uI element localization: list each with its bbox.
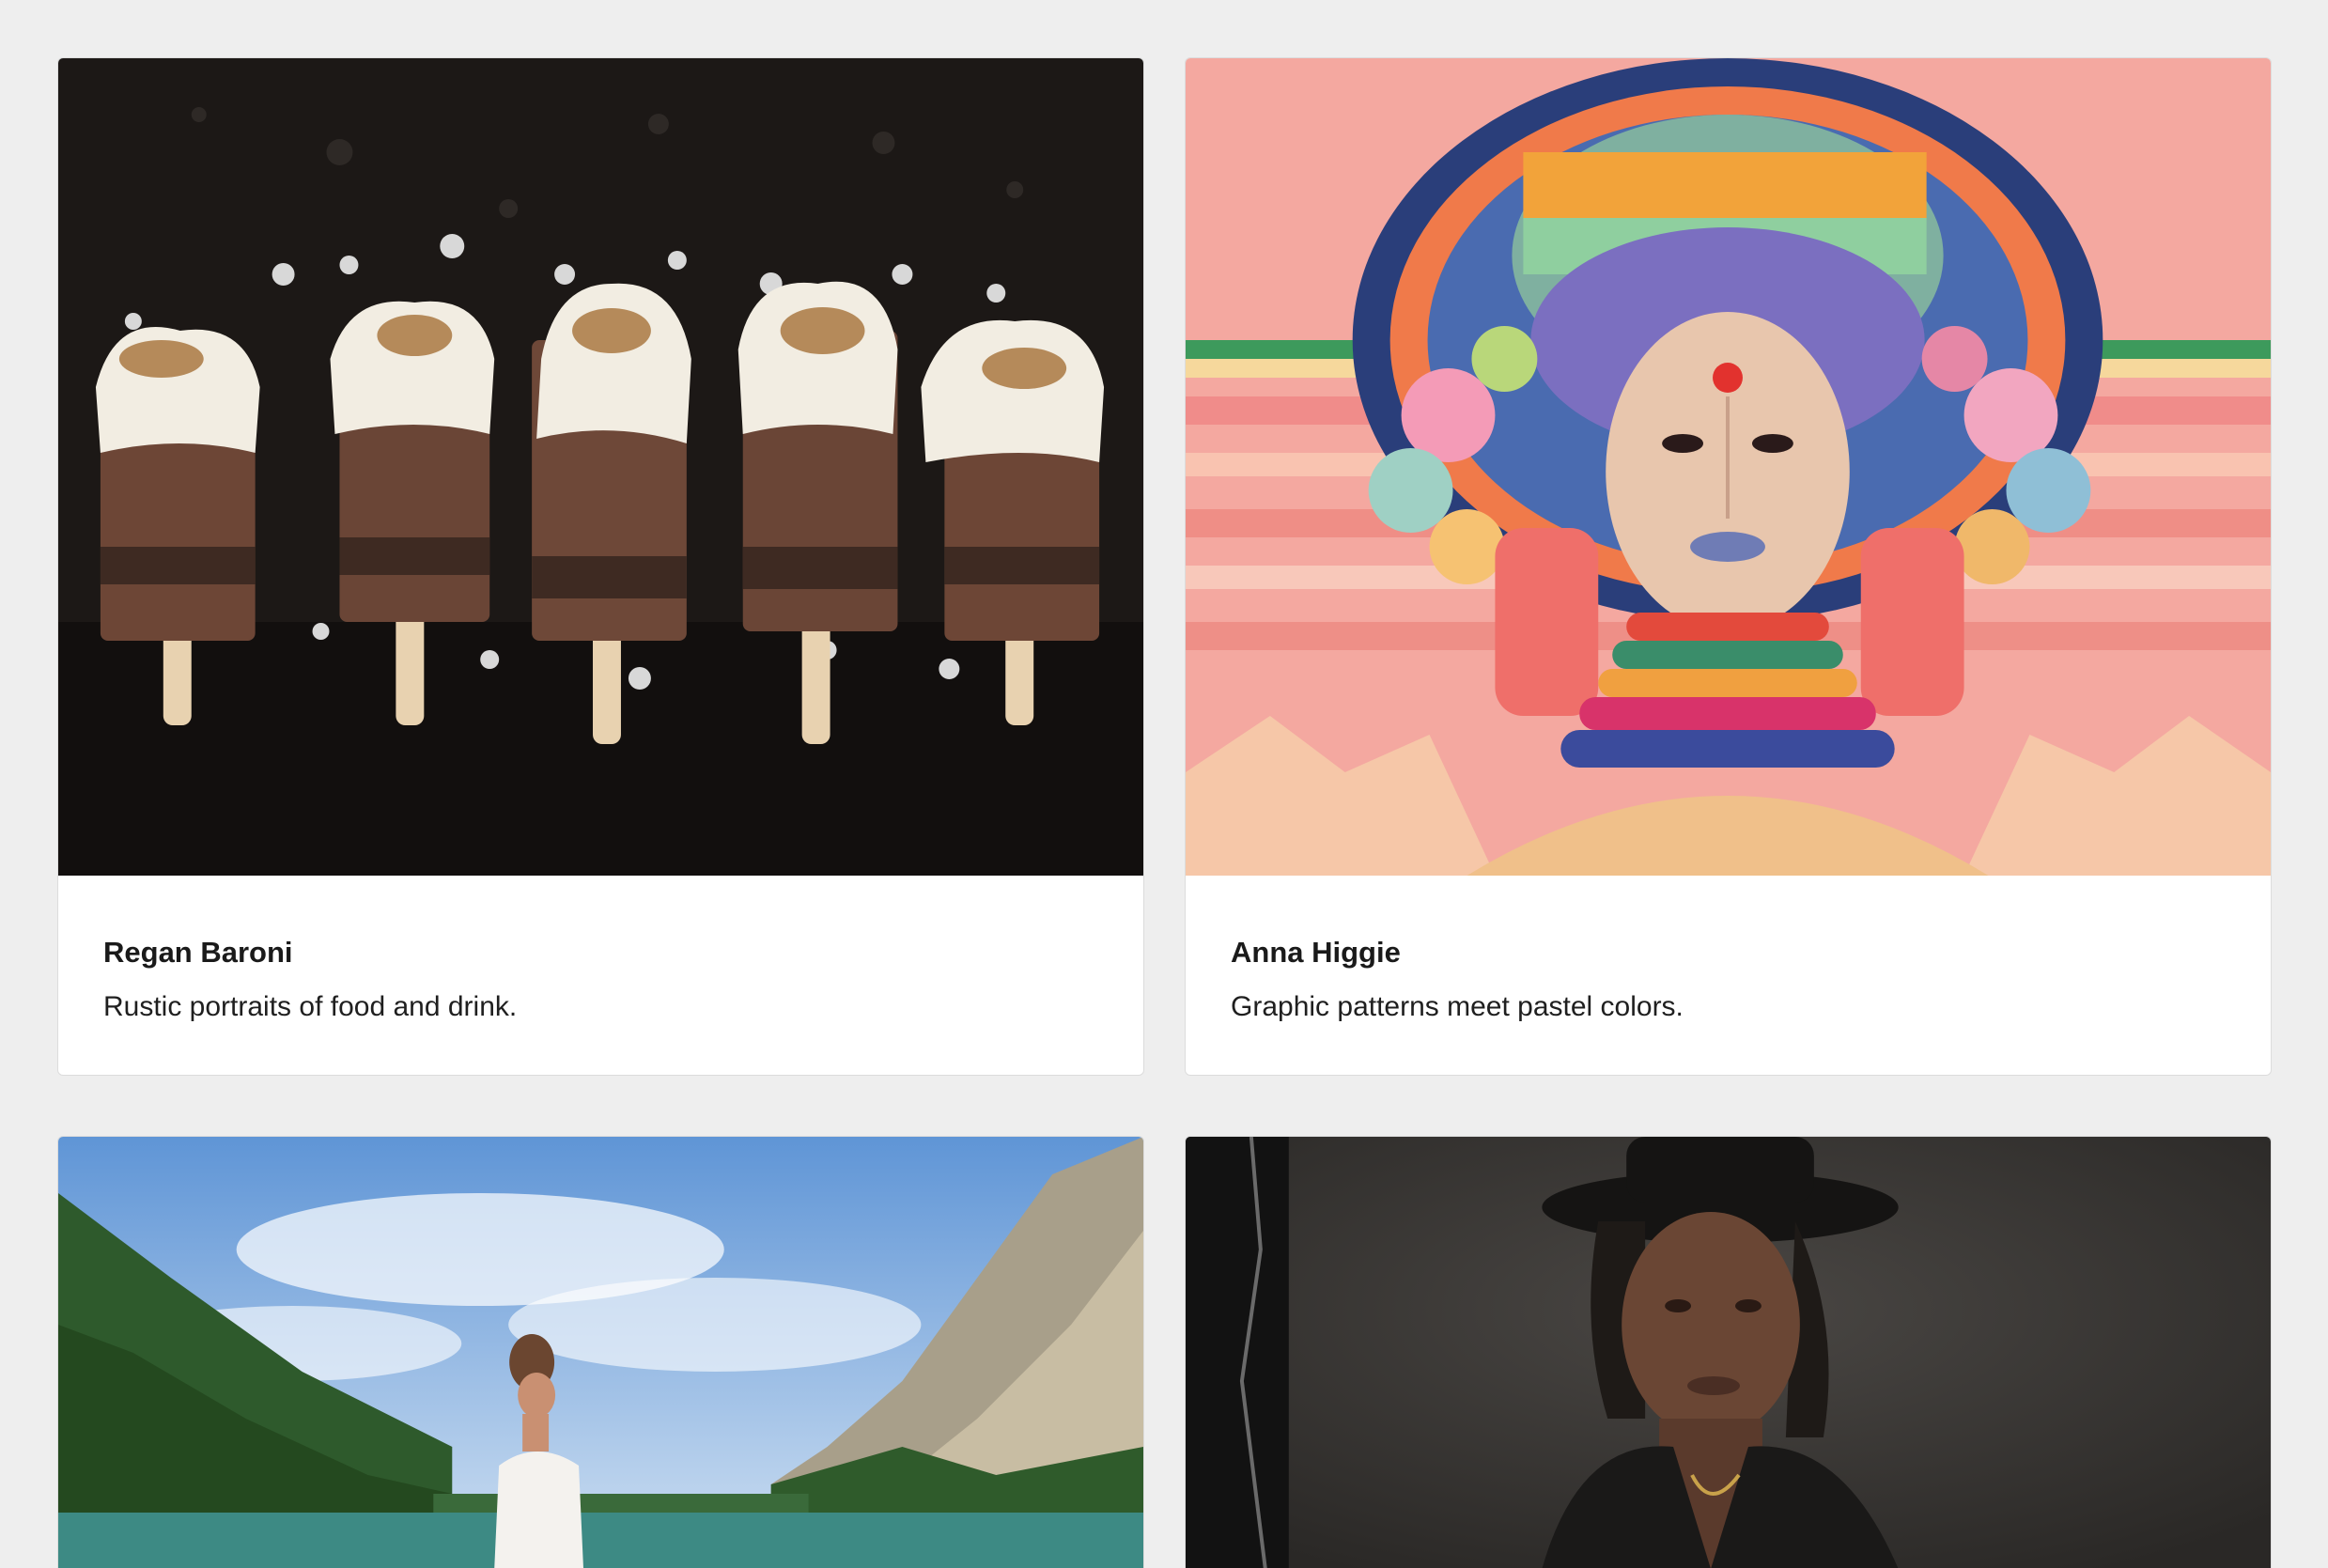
artist-card-portrait-hat[interactable] bbox=[1185, 1136, 2272, 1568]
gallery-grid: Regan Baroni Rustic portraits of food an… bbox=[57, 57, 2272, 1568]
card-image-popsicles[interactable] bbox=[58, 58, 1143, 876]
card-image-illustrated-portrait[interactable] bbox=[1186, 58, 2271, 876]
artist-name[interactable]: Regan Baroni bbox=[103, 936, 1098, 970]
card-image-portrait-hat[interactable] bbox=[1186, 1137, 2271, 1568]
card-image-lake[interactable] bbox=[58, 1137, 1143, 1568]
artist-description: Graphic patterns meet pastel colors. bbox=[1231, 991, 1684, 1022]
artist-card-lake[interactable] bbox=[57, 1136, 1144, 1568]
artist-card-regan-baroni[interactable]: Regan Baroni Rustic portraits of food an… bbox=[57, 57, 1144, 1076]
card-body: Anna Higgie Graphic patterns meet pastel… bbox=[1186, 876, 2271, 1075]
artist-description: Rustic portraits of food and drink. bbox=[103, 991, 518, 1022]
card-body: Regan Baroni Rustic portraits of food an… bbox=[58, 876, 1143, 1075]
artist-name[interactable]: Anna Higgie bbox=[1231, 936, 2226, 970]
artist-card-anna-higgie[interactable]: Anna Higgie Graphic patterns meet pastel… bbox=[1185, 57, 2272, 1076]
